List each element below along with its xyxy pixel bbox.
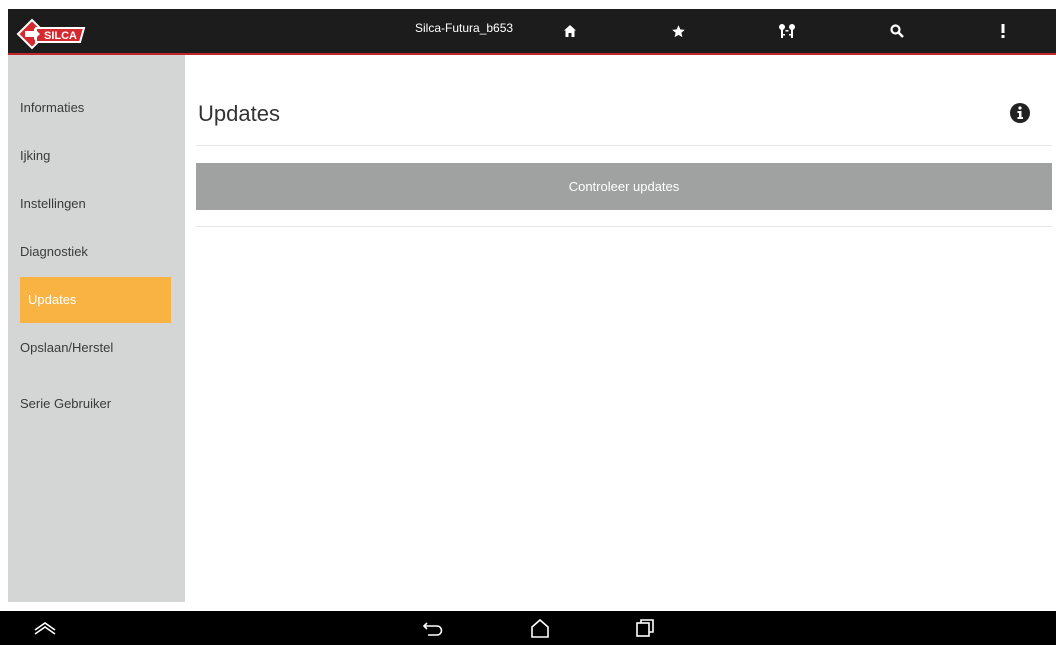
sidebar-item-label: Updates — [28, 292, 77, 307]
svg-text:SILCA: SILCA — [44, 30, 77, 42]
sidebar-item-informaties[interactable]: Informaties — [20, 85, 171, 131]
sidebar-item-label: Diagnostiek — [20, 244, 88, 259]
check-updates-button[interactable]: Controleer updates — [196, 163, 1052, 210]
divider — [196, 226, 1052, 227]
sidebar: Informaties Ijking Instellingen Diagnost… — [8, 55, 185, 602]
sidebar-item-updates[interactable]: Updates — [20, 277, 171, 323]
overflow-menu-icon[interactable] — [988, 9, 1018, 53]
star-icon[interactable] — [663, 9, 693, 53]
silca-logo: SILCA — [14, 14, 88, 56]
sidebar-item-label: Instellingen — [20, 196, 86, 211]
sidebar-item-label: Ijking — [20, 148, 51, 163]
sidebar-item-serie-gebruiker[interactable]: Serie Gebruiker — [20, 381, 171, 427]
system-nav-bar — [0, 611, 1056, 645]
keys-icon[interactable] — [772, 9, 802, 53]
top-app-bar: Silca-Futura_b653 — [8, 9, 1056, 55]
sidebar-item-ijking[interactable]: Ijking — [20, 133, 171, 179]
search-icon[interactable] — [882, 9, 912, 53]
sidebar-item-label: Opslaan/Herstel — [20, 340, 114, 355]
sidebar-item-instellingen[interactable]: Instellingen — [20, 181, 171, 227]
collapse-icon[interactable] — [30, 611, 60, 645]
back-icon[interactable] — [418, 611, 448, 645]
sidebar-item-diagnostiek[interactable]: Diagnostiek — [20, 229, 171, 275]
main-content: Updates Controleer updates — [196, 55, 1052, 602]
page-title: Updates — [198, 101, 280, 126]
sidebar-item-opslaan-herstel[interactable]: Opslaan/Herstel — [20, 325, 171, 371]
divider — [196, 145, 1052, 146]
home-icon[interactable] — [525, 611, 555, 645]
info-icon[interactable] — [1009, 102, 1031, 124]
sidebar-item-label: Serie Gebruiker — [20, 396, 112, 411]
home-icon[interactable] — [555, 9, 585, 53]
device-name: Silca-Futura_b653 — [415, 21, 514, 35]
sidebar-item-label: Informaties — [20, 100, 85, 115]
recents-icon[interactable] — [630, 611, 660, 645]
